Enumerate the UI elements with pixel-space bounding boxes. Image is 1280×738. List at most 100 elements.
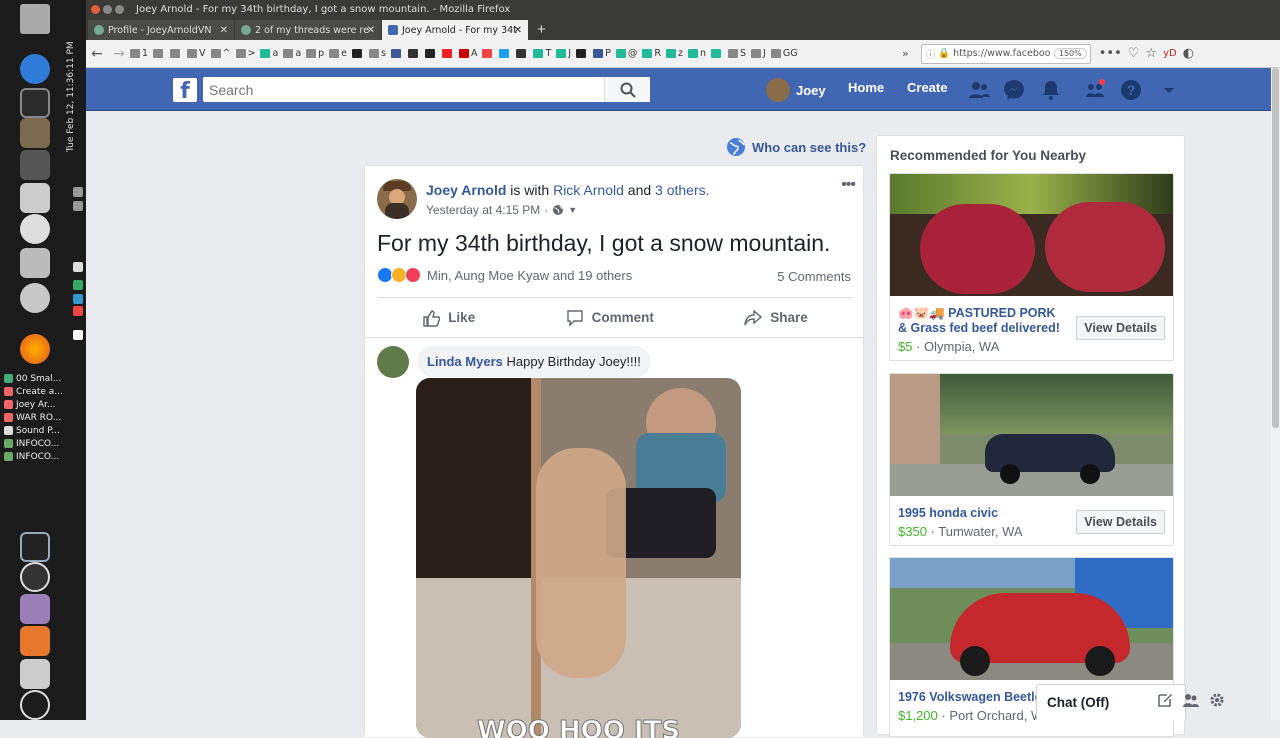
notifications-bell-icon[interactable] [1040, 79, 1062, 101]
tab-threads[interactable]: 2 of my threads were re ✕ [235, 20, 381, 40]
tray-icon[interactable] [73, 330, 83, 340]
reactions-summary[interactable]: Min, Aung Moe Kyaw and 19 others [377, 267, 632, 283]
messenger-icon[interactable] [1003, 79, 1025, 101]
tray-icon[interactable] [73, 262, 83, 272]
chat-settings-gear-icon[interactable] [1209, 692, 1225, 708]
page-scrollbar[interactable] [1271, 68, 1280, 720]
search-button[interactable] [604, 77, 650, 102]
bookmark-item[interactable]: J [556, 48, 571, 59]
bookmark-item[interactable]: R [642, 48, 661, 59]
firefox-icon[interactable] [20, 334, 50, 364]
create-link[interactable]: Create [907, 80, 947, 95]
screenshot-icon[interactable] [20, 594, 50, 624]
window-list-item[interactable]: 00 Smal... [4, 372, 61, 385]
bookmark-item[interactable] [516, 49, 528, 58]
app-icon[interactable] [20, 283, 50, 313]
zoom-level[interactable]: 150% [1053, 48, 1087, 59]
listing-image[interactable] [890, 374, 1173, 496]
view-details-button[interactable]: View Details [1076, 316, 1165, 340]
bookmark-item[interactable]: T [533, 48, 551, 59]
tray-icon[interactable] [73, 294, 83, 304]
new-group-icon[interactable] [1183, 692, 1199, 708]
marketplace-card[interactable]: 🐽🐷🚚 PASTURED PORK & Grass fed beef deliv… [889, 173, 1174, 361]
bookmark-item[interactable] [482, 49, 494, 58]
window-list-item[interactable]: Joey Ar... [4, 398, 56, 411]
bookmark-item[interactable]: P [593, 48, 611, 59]
close-tab-icon[interactable]: ✕ [220, 25, 228, 36]
audience-globe-icon[interactable] [552, 204, 564, 216]
url-bar[interactable]: ⓘ 🔒 https://www.faceboo 150% [920, 43, 1091, 64]
window-list-item[interactable]: INFOCO... [4, 437, 59, 450]
new-tab-button[interactable]: + [529, 20, 554, 40]
listing-image[interactable] [890, 558, 1173, 680]
software-center-icon[interactable] [20, 626, 50, 656]
scanner-icon[interactable] [20, 183, 50, 213]
close-tab-icon[interactable]: ✕ [367, 25, 375, 36]
forward-button[interactable]: → [108, 43, 130, 65]
post-options-icon[interactable]: ••• [841, 176, 856, 194]
like-button[interactable]: Like [422, 309, 475, 327]
bookmark-item[interactable]: S [727, 48, 746, 59]
more-bookmarks-icon[interactable]: » [902, 47, 909, 60]
obs-icon[interactable] [20, 562, 50, 592]
marketplace-card[interactable]: 1995 honda civic $350 · Tumwater, WA Vie… [889, 373, 1174, 546]
new-message-icon[interactable] [1157, 692, 1173, 708]
window-list-item[interactable]: Sound P... [4, 424, 60, 437]
close-window-button[interactable] [91, 4, 100, 14]
back-button[interactable]: ← [86, 43, 108, 65]
wifi-icon[interactable] [73, 187, 83, 197]
trash-icon[interactable] [20, 4, 50, 34]
close-tab-icon[interactable]: ✕ [514, 25, 522, 36]
bookmark-item[interactable] [352, 49, 364, 58]
search-input[interactable] [203, 78, 603, 101]
bookmark-item[interactable] [499, 49, 511, 58]
scrollbar-thumb[interactable] [1272, 68, 1279, 428]
bookmark-item[interactable]: A [458, 48, 477, 59]
tagged-others-link[interactable]: 3 others. [655, 182, 709, 198]
window-list-item[interactable]: Create a... [4, 385, 63, 398]
bookmark-item[interactable]: V [187, 48, 206, 59]
bookmark-item[interactable]: @ [615, 48, 637, 59]
facebook-logo-icon[interactable]: f [173, 78, 197, 104]
comments-count-link[interactable]: 5 Comments [777, 269, 851, 284]
tray-icon[interactable] [73, 306, 83, 316]
bookmark-item[interactable]: z [665, 48, 683, 59]
window-list-item[interactable]: INFOCO... [4, 450, 59, 463]
bookmark-item[interactable]: a [260, 48, 278, 59]
commenter-avatar[interactable] [377, 346, 409, 378]
bookmark-item[interactable]: e [329, 48, 347, 59]
ubuntu-icon[interactable] [20, 214, 50, 244]
account-menu-chevron-icon[interactable] [1158, 79, 1180, 101]
window-list-item[interactable]: WAR RO... [4, 411, 61, 424]
author-link[interactable]: Joey Arnold [426, 182, 506, 198]
system-monitor-icon[interactable] [20, 532, 50, 562]
help-icon[interactable]: ? [1120, 79, 1142, 101]
bookmark-item[interactable]: ^ [210, 48, 231, 59]
quick-help-icon[interactable] [1084, 79, 1106, 101]
bookmark-item[interactable] [710, 49, 723, 58]
minimize-window-button[interactable] [103, 4, 112, 14]
bookmark-item[interactable]: J [751, 48, 766, 59]
bookmark-star-icon[interactable]: ☆ [1145, 46, 1157, 61]
who-can-see-link[interactable]: Who can see this? [726, 137, 866, 157]
bookmark-item[interactable]: s [369, 48, 386, 59]
bookmark-item[interactable]: > [235, 48, 255, 59]
bookmark-item[interactable] [441, 49, 454, 58]
bookmark-item[interactable] [170, 49, 182, 58]
bookmark-item[interactable]: n [687, 48, 706, 59]
bookmark-item[interactable]: 1 [130, 48, 148, 59]
share-button[interactable]: Share [744, 308, 808, 327]
listing-title[interactable]: 1995 honda civic [898, 506, 1068, 521]
volume-icon[interactable] [73, 201, 83, 211]
tab-profile[interactable]: Profile - JoeyArnoldVN ✕ [88, 20, 234, 40]
author-avatar[interactable] [377, 179, 417, 219]
extension-icon[interactable]: ◐ [1183, 46, 1194, 61]
comment-gif[interactable]: WOO HOO ITS [416, 378, 741, 738]
view-details-button[interactable]: View Details [1076, 510, 1165, 534]
gimp-icon[interactable] [20, 118, 50, 148]
bookmark-item[interactable] [390, 49, 403, 58]
bookmark-item[interactable] [424, 49, 437, 58]
terminal-icon[interactable] [20, 88, 50, 118]
tab-joey-arnold[interactable]: Joey Arnold - For my 34t ✕ [382, 20, 528, 40]
commenter-name[interactable]: Linda Myers [427, 354, 503, 369]
